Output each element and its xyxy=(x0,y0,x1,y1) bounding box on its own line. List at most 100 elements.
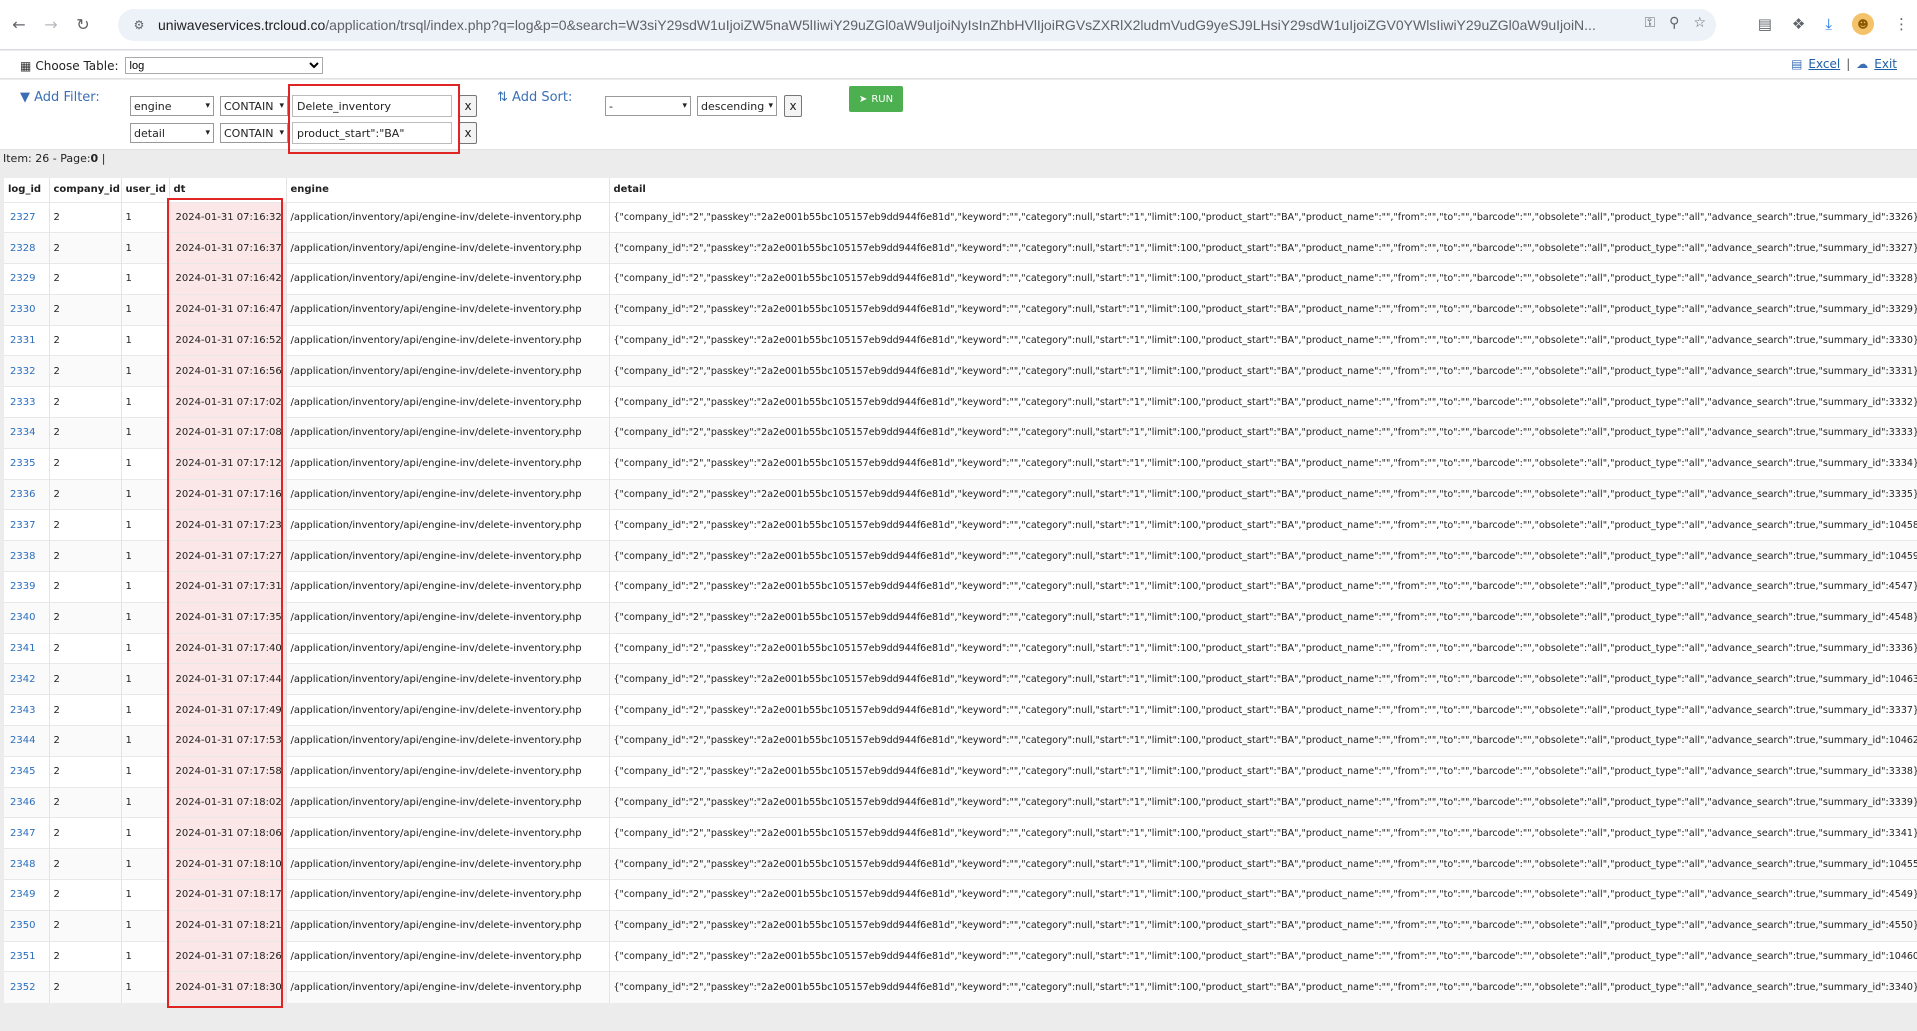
cell-log-id[interactable]: 2350 xyxy=(4,909,50,942)
cell-log-id[interactable]: 2351 xyxy=(4,940,50,972)
filter-1-condition-select[interactable]: CONTAIN ▾ xyxy=(220,96,288,116)
cell-log-id[interactable]: 2352 xyxy=(4,971,50,1003)
cell-log-id[interactable]: 2328 xyxy=(4,232,50,264)
item-count: Item: 26 - Page:0 | xyxy=(3,152,105,165)
header-log-id[interactable]: log_id xyxy=(4,178,50,202)
add-sort-button[interactable]: ⇅ Add Sort: xyxy=(497,90,572,105)
cell-log-id[interactable]: 2344 xyxy=(4,725,50,757)
table-row: 2327 2 1 2024-01-31 07:16:32/application/in… xyxy=(4,201,1917,233)
cell-engine: /application/inventory/api/engine-inv/de… xyxy=(286,848,610,880)
filter-bar: ▼ Add Filter: engine ▾ CONTAIN ▾ Delete_in… xyxy=(0,80,1917,154)
bookmark-star-icon[interactable]: ☆ xyxy=(1693,15,1706,31)
key-icon[interactable]: ⚿ xyxy=(1645,15,1656,31)
cell-user-id: 1 xyxy=(121,540,170,572)
reload-icon[interactable]: ↻ xyxy=(70,12,96,38)
cell-log-id[interactable]: 2349 xyxy=(4,879,50,911)
download-icon[interactable]: ⤓ xyxy=(1825,15,1832,33)
cell-log-id[interactable]: 2345 xyxy=(4,755,50,788)
cell-log-id[interactable]: 2334 xyxy=(4,417,50,449)
site-settings-icon[interactable]: ⚙ xyxy=(130,16,148,34)
header-user-id[interactable]: user_id xyxy=(121,178,170,202)
back-icon[interactable]: ← xyxy=(6,12,32,38)
table-select[interactable]: log xyxy=(124,57,323,74)
url-text[interactable]: uniwaveservices.trcloud.co/application/t… xyxy=(158,17,1598,33)
cell-engine: /application/inventory/api/engine-inv/de… xyxy=(286,324,610,356)
cell-log-id[interactable]: 2338 xyxy=(4,540,50,572)
cell-engine: /application/inventory/api/engine-inv/de… xyxy=(286,632,610,664)
run-button[interactable]: ➤ RUN xyxy=(849,86,903,112)
filter-2-column-select[interactable]: detail ▾ xyxy=(130,123,214,143)
cell-log-id[interactable]: 2327 xyxy=(4,201,50,233)
cell-log-id[interactable]: 2336 xyxy=(4,478,50,510)
item-info-prefix: Item: 26 - Page: xyxy=(3,152,91,165)
cell-log-id[interactable]: 2342 xyxy=(4,663,50,695)
excel-link[interactable]: Excel xyxy=(1808,57,1840,71)
cell-log-id[interactable]: 2333 xyxy=(4,386,50,418)
extensions-icon[interactable]: ❖ xyxy=(1792,15,1805,33)
profile-avatar[interactable]: ☻ xyxy=(1852,13,1874,35)
forward-icon[interactable]: → xyxy=(38,12,64,38)
url-host: uniwaveservices.trcloud.co xyxy=(158,17,326,33)
table-row: 2335 2 1 2024-01-31 07:17:12/application/in… xyxy=(4,447,1917,480)
cell-log-id[interactable]: 2348 xyxy=(4,848,50,880)
cell-dt: 2024-01-31 07:18:02 xyxy=(169,786,287,818)
cell-company-id: 2 xyxy=(49,324,122,356)
zoom-icon[interactable]: ⚲ xyxy=(1669,15,1679,31)
table-row: 2337 2 1 2024-01-31 07:17:23/application/in… xyxy=(4,509,1917,541)
cell-user-id: 1 xyxy=(121,786,170,818)
filter-1-condition: CONTAIN xyxy=(224,99,274,113)
cell-company-id: 2 xyxy=(49,201,122,233)
choose-table: ▦ Choose Table: log xyxy=(20,57,323,74)
cell-dt: 2024-01-31 07:16:47 xyxy=(169,293,287,326)
header-engine[interactable]: engine xyxy=(286,178,610,202)
cell-company-id: 2 xyxy=(49,848,122,880)
cell-detail: {"company_id":"2","passkey":"2a2e001b55b… xyxy=(609,725,1917,757)
cell-log-id[interactable]: 2347 xyxy=(4,817,50,849)
table-row: 2348 2 1 2024-01-31 07:18:10/application/in… xyxy=(4,848,1917,880)
cell-dt: 2024-01-31 07:18:21 xyxy=(169,909,287,942)
header-detail[interactable]: detail xyxy=(609,178,1917,202)
header-dt[interactable]: dt xyxy=(169,178,287,202)
cell-log-id[interactable]: 2339 xyxy=(4,571,50,603)
add-sort-label: Add Sort: xyxy=(512,90,573,105)
menu-kebab-icon[interactable]: ⋮ xyxy=(1894,15,1909,33)
cell-log-id[interactable]: 2346 xyxy=(4,786,50,818)
item-info-page: 0 xyxy=(90,152,99,165)
add-filter-button[interactable]: ▼ Add Filter: xyxy=(20,90,100,105)
cell-dt: 2024-01-31 07:16:42 xyxy=(169,263,287,295)
sort-remove-button[interactable]: x xyxy=(784,95,802,117)
cell-log-id[interactable]: 2335 xyxy=(4,447,50,480)
cell-log-id[interactable]: 2332 xyxy=(4,355,50,387)
table-row: 2350 2 1 2024-01-31 07:18:21/application/in… xyxy=(4,909,1917,942)
cell-detail: {"company_id":"2","passkey":"2a2e001b55b… xyxy=(609,694,1917,726)
table-row: 2329 2 1 2024-01-31 07:16:42/application/in… xyxy=(4,263,1917,295)
cell-engine: /application/inventory/api/engine-inv/de… xyxy=(286,509,610,541)
cell-log-id[interactable]: 2341 xyxy=(4,632,50,664)
header-company-id[interactable]: company_id xyxy=(49,178,122,202)
table-row: 2333 2 1 2024-01-31 07:17:02/application/in… xyxy=(4,386,1917,418)
cell-log-id[interactable]: 2329 xyxy=(4,263,50,295)
remove-label: x xyxy=(789,99,797,113)
filter-2-condition-select[interactable]: CONTAIN ▾ xyxy=(220,123,288,143)
cell-log-id[interactable]: 2343 xyxy=(4,694,50,726)
tab-search-icon[interactable]: ▤ xyxy=(1758,15,1772,33)
cell-log-id[interactable]: 2337 xyxy=(4,509,50,541)
cell-log-id[interactable]: 2340 xyxy=(4,601,50,634)
cell-log-id[interactable]: 2331 xyxy=(4,324,50,356)
sort-column-select[interactable]: - ▾ xyxy=(605,96,691,116)
sort-direction-select[interactable]: descending ▾ xyxy=(697,96,777,116)
address-bar[interactable]: ⚙ uniwaveservices.trcloud.co/application… xyxy=(118,9,1716,41)
table-row: 2338 2 1 2024-01-31 07:17:27/application/in… xyxy=(4,540,1917,572)
filter-2-remove-button[interactable]: x xyxy=(459,122,477,144)
filter-1-column-select[interactable]: engine ▾ xyxy=(130,96,214,116)
table-icon: ▦ xyxy=(20,58,32,73)
cell-log-id[interactable]: 2330 xyxy=(4,293,50,326)
cell-user-id: 1 xyxy=(121,879,170,911)
cell-dt: 2024-01-31 07:17:58 xyxy=(169,755,287,788)
table-row: 2349 2 1 2024-01-31 07:18:17/application/in… xyxy=(4,879,1917,911)
cell-engine: /application/inventory/api/engine-inv/de… xyxy=(286,571,610,603)
cell-company-id: 2 xyxy=(49,663,122,695)
cell-dt: 2024-01-31 07:17:40 xyxy=(169,632,287,664)
filter-1-remove-button[interactable]: x xyxy=(459,95,477,117)
exit-link[interactable]: Exit xyxy=(1874,57,1897,71)
